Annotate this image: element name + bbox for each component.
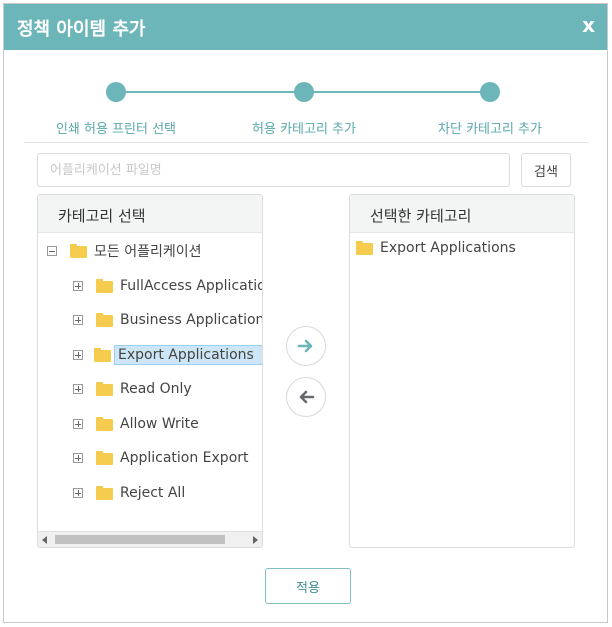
- search-button[interactable]: 검색: [521, 153, 571, 187]
- expand-icon[interactable]: [73, 281, 83, 291]
- folder-icon: [96, 382, 113, 396]
- category-select-header: 카테고리 선택: [38, 195, 262, 233]
- tree-node-label: Business Applications: [120, 312, 262, 328]
- folder-icon: [96, 313, 113, 327]
- move-right-button[interactable]: [286, 326, 326, 366]
- list-item[interactable]: Export Applications: [356, 237, 516, 259]
- tree-node-label: 모든 어플리케이션: [94, 244, 202, 260]
- tree-item[interactable]: Read Only: [73, 378, 192, 400]
- tree-item[interactable]: FullAccess Applications: [73, 275, 262, 297]
- expand-icon[interactable]: [73, 453, 83, 463]
- arrow-left-icon: [299, 390, 315, 404]
- folder-icon: [70, 244, 87, 258]
- category-tree: 모든 어플리케이션 FullAccess Applications Busine…: [38, 233, 262, 529]
- expand-icon[interactable]: [73, 315, 83, 325]
- expand-icon[interactable]: [73, 488, 83, 498]
- scroll-left-icon[interactable]: [42, 536, 47, 544]
- selected-category-list: Export Applications: [350, 233, 574, 529]
- horizontal-scrollbar[interactable]: [38, 531, 262, 547]
- scroll-right-icon[interactable]: [253, 536, 258, 544]
- expand-icon[interactable]: [73, 384, 83, 394]
- step-3-label: 차단 카테고리 추가: [438, 122, 542, 137]
- folder-icon: [356, 241, 373, 255]
- step-1-label: 인쇄 허용 프린터 선택: [55, 122, 177, 137]
- tree-item[interactable]: Allow Write: [73, 413, 199, 435]
- step-2-label: 허용 카테고리 추가: [252, 122, 356, 137]
- tree-node-label: FullAccess Applications: [120, 278, 262, 294]
- tree-item[interactable]: Application Export: [73, 447, 249, 469]
- folder-icon: [96, 417, 113, 431]
- folder-icon: [94, 348, 111, 362]
- scrollbar-thumb[interactable]: [55, 535, 225, 544]
- wizard-stepper: 인쇄 허용 프린터 선택 허용 카테고리 추가 차단 카테고리 추가: [4, 50, 607, 142]
- tree-root[interactable]: 모든 어플리케이션: [47, 240, 202, 262]
- expand-icon[interactable]: [73, 419, 83, 429]
- apply-button[interactable]: 적용: [265, 568, 351, 604]
- tree-item[interactable]: Reject All: [73, 482, 185, 504]
- tree-node-label: Read Only: [120, 381, 192, 397]
- collapse-icon[interactable]: [47, 246, 57, 256]
- divider: [24, 142, 589, 143]
- folder-icon: [96, 486, 113, 500]
- category-select-panel: 카테고리 선택 모든 어플리케이션 FullAccess Application…: [37, 194, 263, 548]
- step-1-dot: [106, 82, 126, 102]
- dialog-title: 정책 아이템 추가: [17, 19, 146, 40]
- tree-item-selected[interactable]: Export Applications: [73, 344, 262, 366]
- tree-node-label: Reject All: [120, 485, 186, 501]
- selected-category-header: 선택한 카테고리: [350, 195, 574, 233]
- tree-node-label: Allow Write: [120, 416, 199, 432]
- tree-node-label: Export Applications: [114, 345, 262, 365]
- add-policy-item-dialog: 정책 아이템 추가 x 인쇄 허용 프린터 선택 허용 카테고리 추가 차단 카…: [3, 3, 608, 623]
- folder-icon: [96, 279, 113, 293]
- close-button[interactable]: x: [582, 14, 595, 36]
- tree-item[interactable]: Business Applications: [73, 309, 262, 331]
- tree-node-label: Application Export: [120, 450, 249, 466]
- list-item-label: Export Applications: [380, 240, 516, 256]
- dialog-titlebar: 정책 아이템 추가 x: [4, 4, 607, 50]
- search-input[interactable]: [37, 153, 510, 187]
- expand-icon[interactable]: [73, 350, 83, 360]
- step-2-dot: [294, 82, 314, 102]
- arrow-right-icon: [297, 339, 313, 353]
- folder-icon: [96, 451, 113, 465]
- move-left-button[interactable]: [286, 377, 326, 417]
- selected-category-panel: 선택한 카테고리 Export Applications: [349, 194, 575, 548]
- step-3-dot: [480, 82, 500, 102]
